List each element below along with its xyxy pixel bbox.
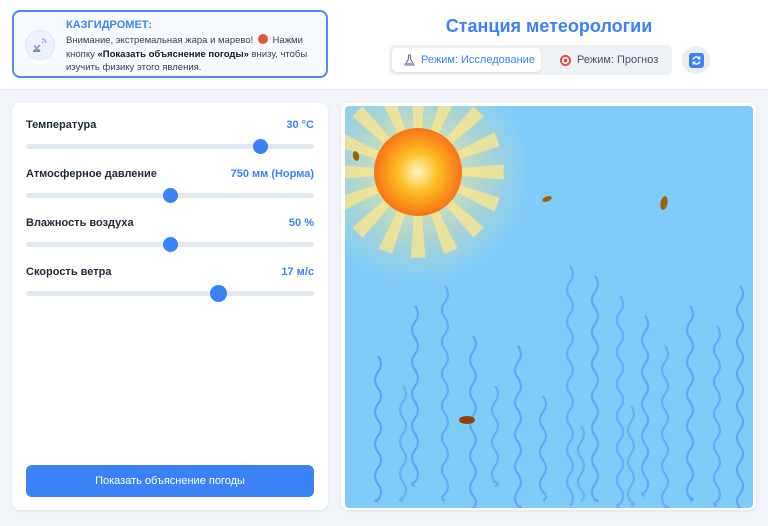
- humidity-control: Влажность воздуха 50 %: [26, 217, 314, 257]
- wind-speed-slider-thumb[interactable]: [210, 285, 228, 302]
- target-icon: [559, 54, 572, 67]
- alert-message: Внимание, экстремальная жара и марево! Н…: [66, 34, 308, 73]
- weather-scene: [345, 106, 753, 508]
- leaf-icon: [542, 196, 552, 202]
- wind-speed-label: Скорость ветра: [26, 266, 112, 278]
- mode-switcher: Режим: Исследование Режим: Прогноз: [389, 45, 672, 75]
- heat-wave-line: [685, 305, 695, 503]
- sun-icon: [374, 128, 462, 216]
- humidity-value: 50 %: [288, 217, 314, 229]
- weather-alert: КАЗГИДРОМЕТ: Внимание, экстремальная жар…: [12, 10, 328, 78]
- humidity-slider-thumb[interactable]: [162, 237, 178, 252]
- heat-wave-line: [410, 305, 420, 488]
- wind-speed-value: 17 м/с: [281, 266, 314, 278]
- heat-wave-line: [712, 325, 722, 508]
- heat-wave-line: [513, 345, 523, 508]
- heat-wave-line: [576, 425, 586, 502]
- satellite-icon: [25, 30, 55, 60]
- refresh-button[interactable]: [682, 46, 710, 74]
- heat-wave-line: [398, 385, 408, 503]
- tab-research-label: Режим: Исследование: [421, 54, 535, 66]
- heat-wave-line: [490, 385, 500, 488]
- tab-forecast-label: Режим: Прогноз: [577, 54, 659, 66]
- pressure-value: 750 мм (Норма): [230, 168, 314, 180]
- controls-panel: Температура 30 °C Атмосферное давление 7…: [12, 103, 328, 510]
- show-explanation-button[interactable]: Показать объяснение погоды: [26, 465, 314, 497]
- heat-wave-line: [660, 345, 670, 508]
- heat-wave-line: [615, 295, 625, 508]
- tab-forecast-mode[interactable]: Режим: Прогноз: [547, 48, 667, 72]
- heat-wave-line: [538, 395, 548, 502]
- temperature-slider-track[interactable]: [26, 144, 314, 149]
- heat-wave-line: [735, 285, 745, 508]
- leaf-icon: [660, 196, 668, 210]
- wind-speed-control: Скорость ветра 17 м/с: [26, 266, 314, 306]
- heat-wave-line: [373, 355, 383, 503]
- heat-wave-line: [590, 275, 600, 503]
- heat-wave-line: [440, 285, 450, 502]
- refresh-icon: [688, 52, 704, 68]
- heat-wave-line: [565, 265, 575, 507]
- heat-haze-waves: [373, 265, 745, 508]
- temperature-control: Температура 30 °C: [26, 119, 314, 159]
- page-title: Станция метеорологии: [445, 16, 653, 36]
- pressure-slider-thumb[interactable]: [162, 188, 178, 203]
- temperature-label: Температура: [26, 119, 97, 131]
- pressure-control: Атмосферное давление 750 мм (Норма): [26, 168, 314, 208]
- flask-icon: [403, 53, 416, 67]
- alert-title: КАЗГИДРОМЕТ:: [66, 19, 153, 31]
- wind-speed-slider-track[interactable]: [26, 291, 314, 296]
- heat-wave-line: [626, 405, 636, 508]
- hot-face-icon: [257, 34, 268, 44]
- temperature-value: 30 °C: [286, 119, 314, 131]
- pressure-label: Атмосферное давление: [26, 168, 157, 180]
- temperature-slider-thumb[interactable]: [253, 139, 269, 154]
- tab-research-mode[interactable]: Режим: Исследование: [392, 48, 541, 72]
- heat-wave-line: [640, 315, 650, 498]
- top-bar: КАЗГИДРОМЕТ: Внимание, экстремальная жар…: [0, 0, 768, 90]
- leaf-icon: [459, 416, 475, 424]
- humidity-label: Влажность воздуха: [26, 217, 134, 229]
